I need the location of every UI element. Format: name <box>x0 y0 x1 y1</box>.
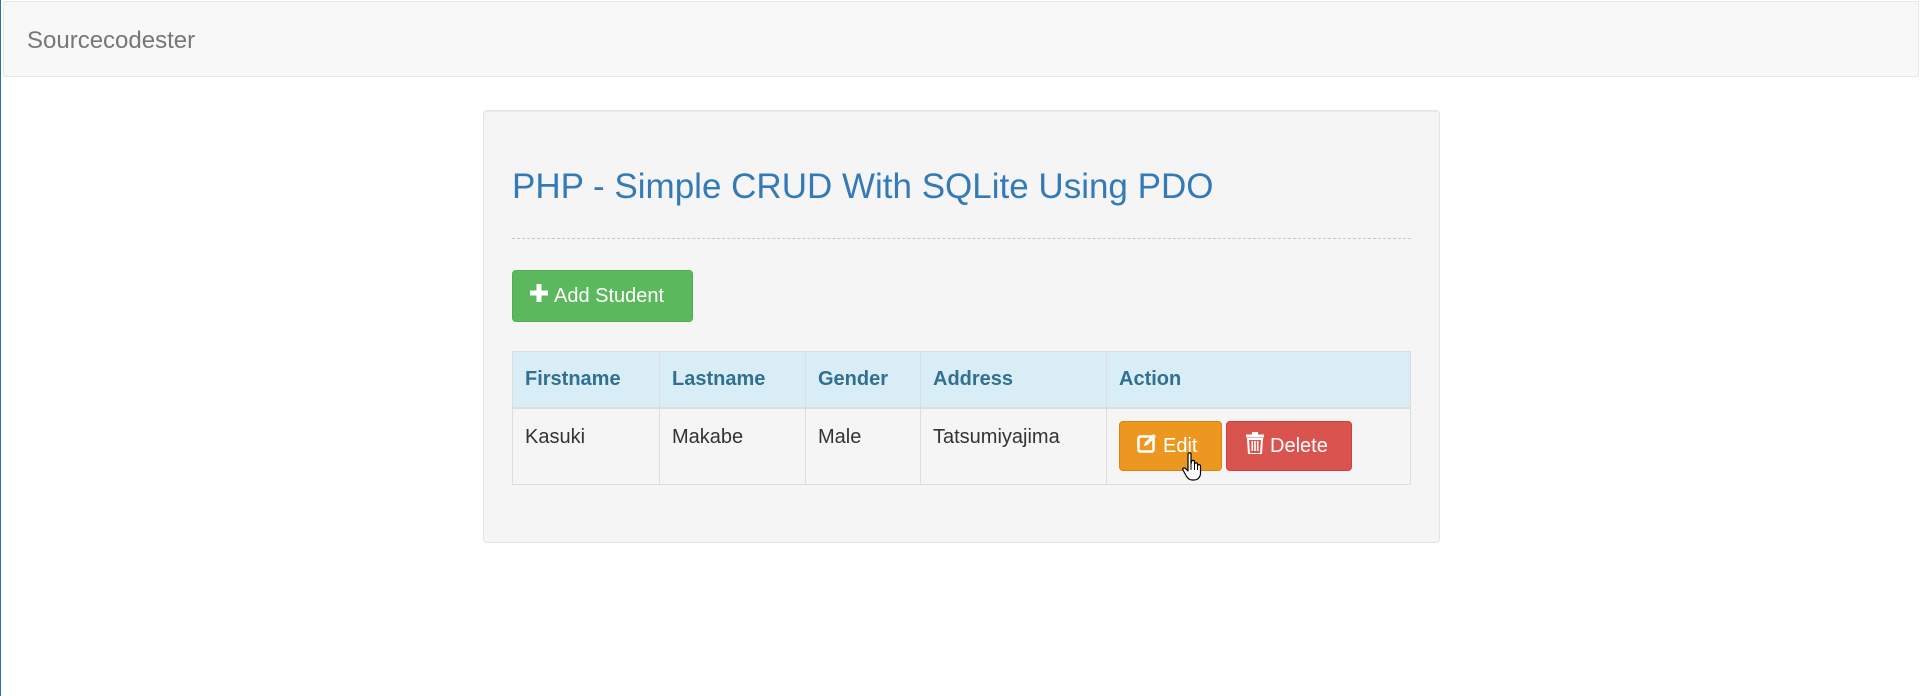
header-gender: Gender <box>805 351 921 409</box>
delete-label: Delete <box>1270 434 1328 457</box>
cell-action: Edit Delete <box>1106 407 1411 485</box>
main-panel: PHP - Simple CRUD With SQLite Using PDO … <box>483 110 1440 543</box>
delete-button[interactable]: Delete <box>1226 420 1352 471</box>
plus-icon <box>530 284 548 308</box>
add-student-button[interactable]: Add Student <box>512 270 693 322</box>
cell-lastname: Makabe <box>659 407 806 485</box>
students-table: Firstname Lastname Gender Address Action… <box>512 351 1411 485</box>
divider <box>512 238 1411 239</box>
edit-icon <box>1137 433 1157 459</box>
cell-address: Tatsumiyajima <box>920 407 1107 485</box>
navbar: Sourcecodester <box>3 1 1919 77</box>
header-firstname: Firstname <box>512 351 660 409</box>
header-address: Address <box>920 351 1107 409</box>
cell-firstname: Kasuki <box>512 407 660 485</box>
edit-button[interactable]: Edit <box>1119 420 1222 471</box>
header-action: Action <box>1106 351 1411 409</box>
page: Sourcecodester PHP - Simple CRUD With SQ… <box>0 0 1920 696</box>
hand-pointer-icon <box>1182 452 1204 482</box>
table-header-row: Firstname Lastname Gender Address Action <box>512 351 1411 409</box>
page-title: PHP - Simple CRUD With SQLite Using PDO <box>512 167 1214 206</box>
cell-gender: Male <box>805 407 921 485</box>
add-student-label: Add Student <box>554 285 665 307</box>
table-row: Kasuki Makabe Male Tatsumiyajima Edit De… <box>512 407 1411 485</box>
navbar-brand[interactable]: Sourcecodester <box>27 27 195 55</box>
trash-icon <box>1246 431 1264 460</box>
header-lastname: Lastname <box>659 351 806 409</box>
